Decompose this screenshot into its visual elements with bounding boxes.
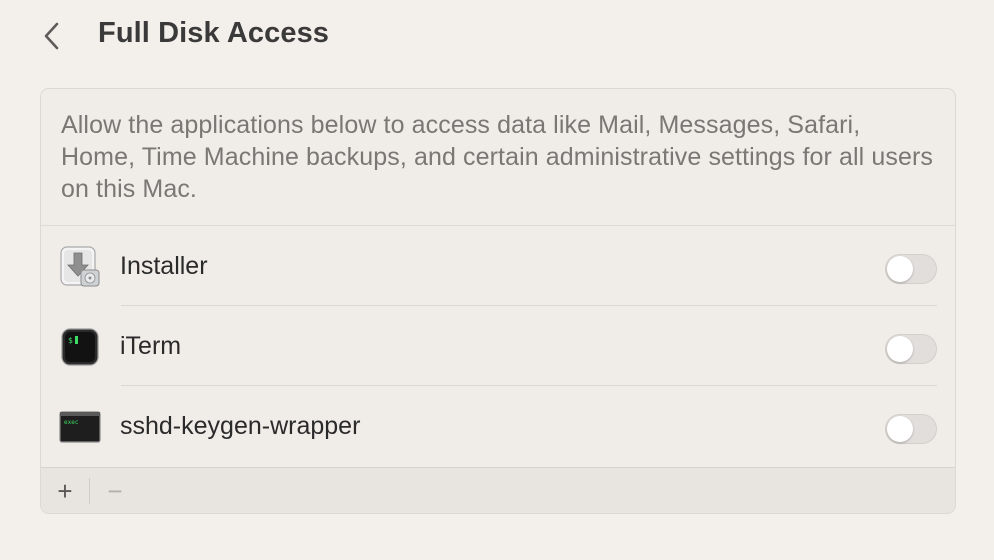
footer-divider [89,478,90,504]
app-name: sshd-keygen-wrapper [120,412,361,440]
svg-text:exec: exec [64,419,79,426]
panel-footer: + − [41,467,955,513]
add-app-button[interactable]: + [51,476,79,506]
toggle-knob [887,416,913,442]
app-name: Installer [120,252,208,280]
toggle-knob [887,256,913,282]
svg-text:$: $ [68,336,73,345]
installer-toggle[interactable] [885,254,937,284]
exec-icon: exec [59,411,101,443]
back-button[interactable] [32,16,72,56]
toggle-knob [887,336,913,362]
header: Full Disk Access [0,0,994,72]
full-disk-access-panel: Allow the applications below to access d… [40,88,956,514]
installer-icon [60,246,100,287]
remove-app-button[interactable]: − [101,476,129,506]
app-list: Installer $ iTerm exec sshd-keygen-wrapp… [41,226,955,466]
list-item: $ iTerm [41,306,955,386]
list-item: exec sshd-keygen-wrapper [41,386,955,466]
list-item: Installer [41,226,955,306]
chevron-left-icon [44,22,59,50]
iterm-icon: $ [61,328,99,366]
iterm-toggle[interactable] [885,334,937,364]
app-name: iTerm [120,332,182,360]
sshd-keygen-wrapper-toggle[interactable] [885,414,937,444]
panel-description: Allow the applications below to access d… [61,111,933,203]
page-title: Full Disk Access [98,17,330,49]
